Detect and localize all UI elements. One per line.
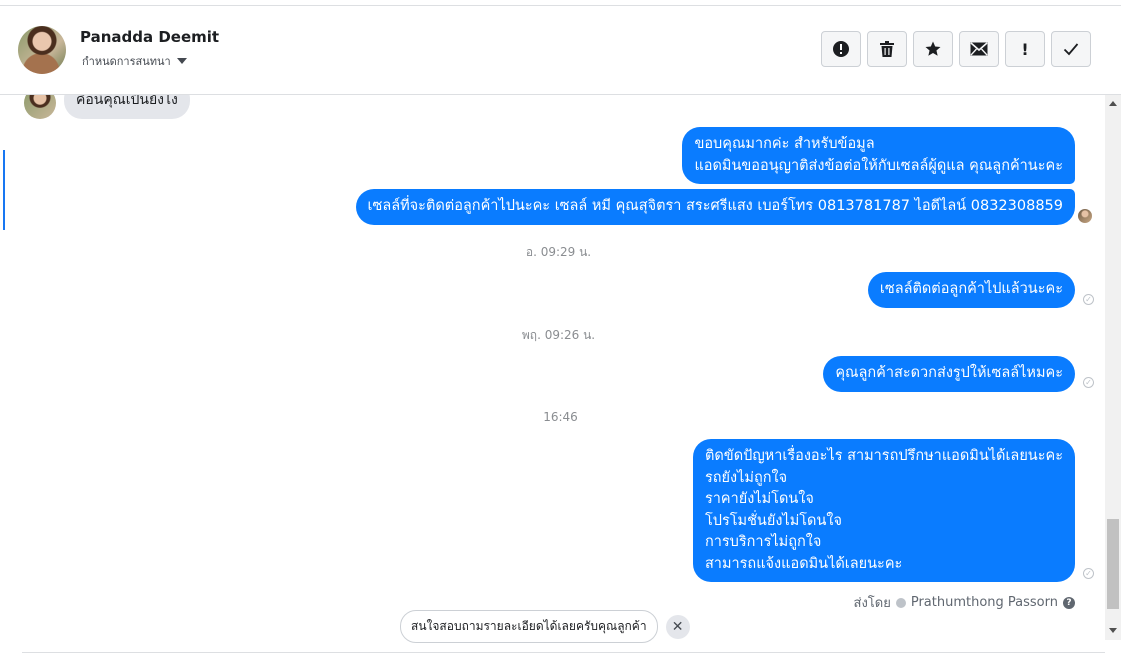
incoming-message-bubble[interactable]: คือนี่คุณเป็นยังไง: [64, 95, 190, 119]
timestamp: พฤ. 09:26 น.: [521, 328, 596, 342]
star-button[interactable]: [913, 31, 953, 67]
conversation-settings-dropdown[interactable]: กำหนดการสนทนา: [82, 52, 187, 70]
scrollbar[interactable]: [1105, 95, 1121, 640]
check-circle-icon: [895, 597, 906, 608]
suggested-reply-chip[interactable]: สนใจสอบถามรายละเอียดได้เลยครับคุณลูกค้า: [400, 610, 658, 643]
mark-unread-button[interactable]: [959, 31, 999, 67]
outgoing-message-bubble[interactable]: เซลล์ติดต่อลูกค้าไปแล้วนะคะ: [867, 272, 1075, 308]
message-line: แอดมินขออนุญาติส่งข้อต่อให้กับเซลล์ผู้ดู…: [694, 157, 1063, 174]
envelope-icon: [970, 42, 988, 56]
sender-avatar[interactable]: [24, 95, 56, 119]
message-thread[interactable]: คือนี่คุณเป็นยังไง ขอบคุณมากค่ะ สำหรับข้…: [0, 95, 1105, 655]
caret-down-icon: [176, 58, 187, 64]
timestamp: อ. 09:29 น.: [525, 245, 592, 259]
outgoing-message-bubble[interactable]: คุณลูกค้าสะดวกส่งรูปให้เซลล์ไหมคะ: [823, 356, 1075, 392]
outgoing-message-bubble[interactable]: ขอบคุณมากค่ะ สำหรับข้อมูล แอดมินขออนุญาต…: [682, 127, 1075, 184]
scrollbar-thumb[interactable]: [1107, 519, 1119, 609]
sent-by-name[interactable]: Prathumthong Passorn: [911, 595, 1058, 610]
close-suggestion-icon[interactable]: ✕: [665, 614, 690, 639]
timestamp: 16:46: [543, 410, 578, 424]
sent-check-icon: ✓: [1083, 568, 1094, 579]
conversation-settings-label: กำหนดการสนทนา: [82, 55, 171, 68]
sent-by-label: ส่งโดย: [853, 596, 891, 611]
scroll-up-arrow-icon[interactable]: [1109, 101, 1117, 106]
help-icon[interactable]: ?: [1063, 596, 1075, 609]
sent-by-info: ส่งโดย Prathumthong Passorn ?: [854, 592, 1075, 613]
suggested-reply-row: สนใจสอบถามรายละเอียดได้เลยครับคุณลูกค้า …: [400, 610, 690, 643]
exclamation-icon: !: [1021, 39, 1029, 59]
conversation-header: Panadda Deemit กำหนดการสนทนา !: [0, 6, 1121, 95]
done-button[interactable]: [1051, 31, 1091, 67]
important-button[interactable]: !: [1005, 31, 1045, 67]
selection-marker: [3, 150, 5, 230]
sent-check-icon: ✓: [1083, 377, 1094, 388]
message-line: รถยังไม่ถูกใจ: [704, 469, 788, 486]
scroll-down-arrow-icon[interactable]: [1109, 628, 1117, 633]
alert-circle-button[interactable]: [821, 31, 861, 67]
delete-button[interactable]: [867, 31, 907, 67]
outgoing-message-bubble[interactable]: เซลล์ที่จะติดต่อลูกค้าไปนะคะ เซลล์ หมี ค…: [355, 189, 1075, 225]
conversation-toolbar: !: [821, 31, 1091, 67]
incoming-message-row: คือนี่คุณเป็นยังไง: [24, 95, 190, 119]
message-line: ติดขัดปัญหาเรื่องอะไร สามารถปรึกษาแอดมิน…: [704, 448, 1063, 464]
message-line: การบริการไม่ถูกใจ: [704, 534, 822, 550]
outgoing-message-bubble[interactable]: ติดขัดปัญหาเรื่องอะไร สามารถปรึกษาแอดมิน…: [692, 439, 1075, 582]
contact-avatar[interactable]: [18, 26, 66, 74]
checkmark-icon: [1063, 43, 1079, 56]
message-line: ขอบคุณมากค่ะ สำหรับข้อมูล: [694, 136, 875, 152]
message-line: โปรโมชั่นยังไม่โดนใจ: [704, 512, 842, 529]
trash-icon: [880, 41, 894, 57]
message-line: สามารถแจ้งแอดมินได้เลยนะคะ: [704, 555, 903, 572]
contact-name[interactable]: Panadda Deemit: [80, 28, 219, 46]
sent-check-icon: ✓: [1083, 294, 1094, 305]
alert-circle-icon: [833, 41, 849, 57]
seen-avatar: [1078, 209, 1092, 223]
star-icon: [925, 41, 941, 56]
message-line: ราคายังไม่โดนใจ: [704, 491, 814, 507]
composer-border: [22, 652, 1105, 653]
